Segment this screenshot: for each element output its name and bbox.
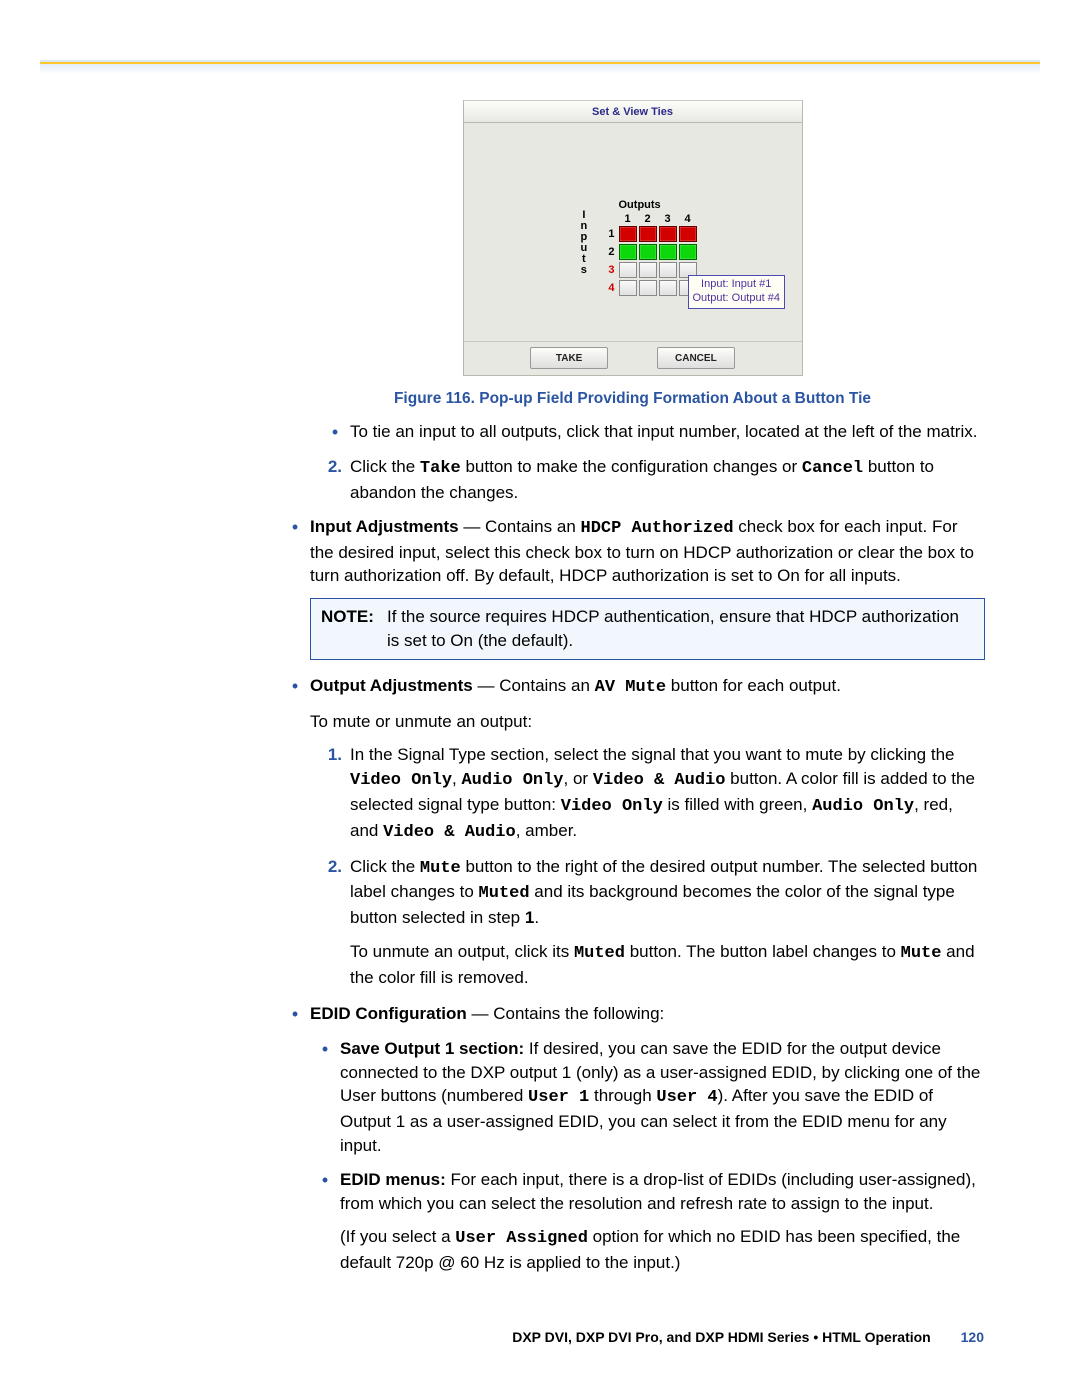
matrix-row: 1 <box>604 225 698 243</box>
note-label: NOTE: <box>321 605 387 653</box>
sub-bullet-edid-menus: • EDID menus: For each input, there is a… <box>310 1168 985 1216</box>
bullet-icon: • <box>280 515 310 588</box>
col-header: 3 <box>658 213 678 225</box>
heading: Input Adjustments <box>310 517 459 536</box>
bullet-icon: • <box>310 1168 340 1216</box>
inputs-label: I n p u t s <box>581 210 588 276</box>
tie-cell[interactable] <box>679 244 697 260</box>
mute-intro: To mute or unmute an output: <box>310 710 985 734</box>
heading: Output Adjustments <box>310 676 473 695</box>
figure-dialog: Set & View Ties Outputs I n p u t s 1 2 … <box>280 100 985 376</box>
bullet-input-adjustments: • Input Adjustments — Contains an HDCP A… <box>280 515 985 588</box>
set-view-ties-dialog: Set & View Ties Outputs I n p u t s 1 2 … <box>463 100 803 376</box>
col-header: 2 <box>638 213 658 225</box>
matrix-row: 3 <box>604 261 698 279</box>
matrix-row: 2 <box>604 243 698 261</box>
bullet-icon: • <box>310 1037 340 1158</box>
tie-cell[interactable] <box>619 280 637 296</box>
row-number: 2 <box>604 246 618 258</box>
heading: EDID Configuration <box>310 1004 467 1023</box>
dialog-body: Outputs I n p u t s 1 2 3 4 1234 Input: … <box>464 123 802 341</box>
tie-cell[interactable] <box>619 244 637 260</box>
tooltip-input: Input: Input #1 <box>693 278 780 292</box>
step-text: Click the Take button to make the config… <box>350 455 985 505</box>
bullet-output-adjustments: • Output Adjustments — Contains an AV Mu… <box>280 674 985 700</box>
figure-caption: Figure 116. Pop-up Field Providing Forma… <box>280 390 985 408</box>
step-2: 2. Click the Take button to make the con… <box>280 455 985 505</box>
tie-cell[interactable] <box>619 262 637 278</box>
note-box: NOTE: If the source requires HDCP authen… <box>310 598 985 660</box>
tie-cell[interactable] <box>659 244 677 260</box>
dialog-title: Set & View Ties <box>464 101 802 123</box>
bullet-text: To tie an input to all outputs, click th… <box>350 420 985 445</box>
tie-cell[interactable] <box>639 244 657 260</box>
tie-cell[interactable] <box>639 226 657 242</box>
col-header: 4 <box>678 213 698 225</box>
tie-tooltip: Input: Input #1 Output: Output #4 <box>688 275 785 309</box>
edid-extra-paragraph: (If you select a User Assigned option fo… <box>340 1225 985 1275</box>
bullet-icon: • <box>280 1002 310 1027</box>
unmute-paragraph: To unmute an output, click its Muted but… <box>350 940 985 990</box>
tie-cell[interactable] <box>659 280 677 296</box>
footer-page-number: 120 <box>961 1329 984 1345</box>
tie-cell[interactable] <box>679 226 697 242</box>
tie-matrix: 1 2 3 4 1234 <box>604 213 698 297</box>
tie-cell[interactable] <box>659 262 677 278</box>
cancel-button[interactable]: CANCEL <box>657 347 735 369</box>
step-number: 2. <box>320 455 350 505</box>
matrix-row: 4 <box>604 279 698 297</box>
page-top-rule <box>40 62 1040 64</box>
mute-step-2: 2. Click the Mute button to the right of… <box>280 855 985 930</box>
outputs-label: Outputs <box>619 199 661 211</box>
step-number: 2. <box>320 855 350 930</box>
note-text: If the source requires HDCP authenticati… <box>387 605 974 653</box>
take-button[interactable]: TAKE <box>530 347 608 369</box>
step-number: 1. <box>320 743 350 844</box>
bullet-edid: • EDID Configuration — Contains the foll… <box>280 1002 985 1027</box>
footer-doc-title: DXP DVI, DXP DVI Pro, and DXP HDMI Serie… <box>512 1329 931 1345</box>
page-footer: DXP DVI, DXP DVI Pro, and DXP HDMI Serie… <box>512 1329 984 1345</box>
tie-cell[interactable] <box>639 280 657 296</box>
bullet-icon: • <box>280 674 310 700</box>
mute-step-1: 1. In the Signal Type section, select th… <box>280 743 985 844</box>
row-number: 1 <box>604 228 618 240</box>
tie-cell[interactable] <box>619 226 637 242</box>
row-number: 3 <box>604 264 618 276</box>
row-number: 4 <box>604 282 618 294</box>
bullet-icon: • <box>320 420 350 445</box>
sub-bullet-save-output: • Save Output 1 section: If desired, you… <box>310 1037 985 1158</box>
tooltip-output: Output: Output #4 <box>693 292 780 306</box>
dialog-button-row: TAKE CANCEL <box>464 341 802 375</box>
tie-cell[interactable] <box>659 226 677 242</box>
bullet-item: • To tie an input to all outputs, click … <box>280 420 985 445</box>
col-header: 1 <box>618 213 638 225</box>
tie-cell[interactable] <box>639 262 657 278</box>
